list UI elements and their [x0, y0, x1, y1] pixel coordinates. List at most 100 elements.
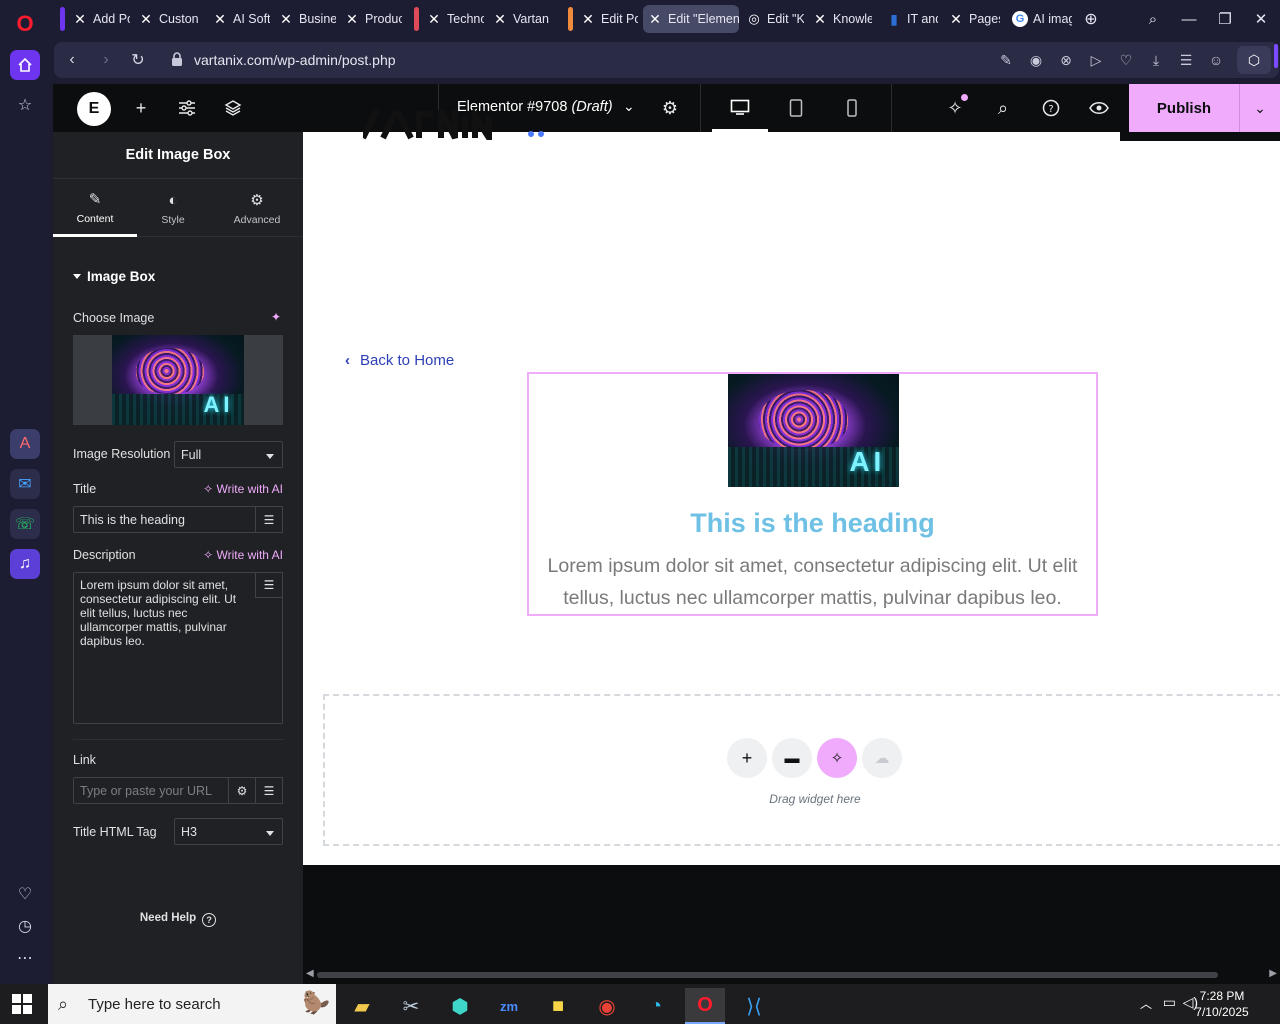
image-box-widget[interactable]: AI This is the heading Lorem ipsum dolor… [527, 372, 1098, 616]
forward-arrow-icon[interactable]: › [94, 49, 118, 71]
tab-ai-image[interactable]: G AI imag [1008, 5, 1072, 33]
brain-image[interactable]: AI [728, 374, 899, 487]
heart-icon[interactable]: ♡ [10, 879, 40, 909]
tab-business[interactable]: ✕ Busine [274, 5, 336, 33]
widget-drop-zone[interactable]: + ▬ ✧ ☁ Drag widget here [323, 694, 1280, 846]
mobile-device-icon[interactable] [824, 84, 880, 132]
minimize-icon[interactable]: — [1174, 6, 1204, 32]
menu-icon[interactable]: ☰ [1175, 50, 1197, 70]
elementor-logo-icon[interactable]: E [77, 92, 111, 126]
tab-custom[interactable]: ✕ Custon [134, 5, 198, 33]
ai-sparkle-icon[interactable]: ✧ [817, 738, 857, 778]
tab-edit-k[interactable]: ◎ Edit "K [742, 5, 804, 33]
vscode-icon[interactable]: ⟩⟨ [734, 988, 774, 1024]
tab-advanced[interactable]: ⚙ Advanced [215, 180, 299, 237]
publish-options-chevron-icon[interactable]: ⌄ [1239, 84, 1280, 132]
tablet-device-icon[interactable] [768, 84, 824, 132]
sticky-notes-icon[interactable]: ■ [538, 988, 578, 1024]
write-with-ai-description-button[interactable]: ✧ Write with AI [203, 548, 283, 562]
dynamic-tags-database-icon[interactable]: ☰ [255, 572, 283, 598]
file-explorer-icon[interactable]: ▰ [342, 988, 382, 1024]
publish-button[interactable]: Publish [1129, 84, 1239, 132]
snipping-tool-icon[interactable]: ✂ [391, 988, 431, 1024]
tab-vartanix[interactable]: ✕ Vartan [488, 5, 550, 33]
templates-folder-icon[interactable]: ▬ [772, 738, 812, 778]
scroll-left-arrow-icon[interactable]: ◀ [306, 968, 314, 979]
send-icon[interactable]: ▷ [1085, 50, 1107, 70]
home-icon[interactable] [10, 50, 40, 80]
app-hex-icon[interactable]: ⬢ [440, 988, 480, 1024]
tab-technology[interactable]: ✕ Techno [422, 5, 484, 33]
new-tab-plus-icon[interactable]: ⊕ [1076, 6, 1106, 32]
tab-search-icon[interactable]: ⌕ [1138, 6, 1168, 32]
ai-sparkle-icon[interactable]: ✦ [271, 310, 281, 324]
opera-logo-icon[interactable]: O [10, 9, 40, 39]
star-icon[interactable]: ☆ [10, 90, 40, 120]
image-resolution-select[interactable]: Full [174, 441, 283, 468]
tab-style[interactable]: ◐ Style [131, 180, 215, 237]
camera-icon[interactable]: ◉ [1025, 50, 1047, 70]
scrollbar-thumb[interactable] [317, 972, 1218, 978]
url-input[interactable]: vartanix.com/wp-admin/post.php [194, 52, 396, 68]
block-icon[interactable]: ⊗ [1055, 50, 1077, 70]
help-question-icon[interactable]: ? [1039, 96, 1063, 120]
tab-it-and[interactable]: ▮IT and [882, 5, 938, 33]
download-icon[interactable]: ⤓ [1145, 50, 1167, 70]
windows-start-icon[interactable] [12, 994, 32, 1014]
chrome-icon[interactable]: ◉ [587, 988, 627, 1024]
history-icon[interactable]: ◷ [10, 911, 40, 941]
title-input[interactable]: This is the heading [73, 506, 257, 533]
write-with-ai-title-button[interactable]: ✧ Write with AI [203, 482, 283, 496]
tab-edit-elementor-active[interactable]: ✕ Edit "Elemen [643, 5, 739, 33]
section-toggle-image-box[interactable]: Image Box [73, 269, 155, 284]
taskbar-search[interactable]: ⌕ Type here to search 🦫 [48, 984, 336, 1024]
heart-icon[interactable]: ♡ [1115, 50, 1137, 70]
profile-icon[interactable]: ☺ [1205, 50, 1227, 70]
chevron-down-icon[interactable]: ⌄ [623, 98, 635, 115]
desktop-device-icon[interactable] [712, 84, 768, 132]
close-window-icon[interactable]: ✕ [1246, 6, 1276, 32]
choose-image-control[interactable]: AI [73, 335, 283, 425]
structure-layers-icon[interactable] [221, 96, 245, 120]
extensions-cube-icon[interactable]: ⬡ [1237, 46, 1271, 74]
zoom-icon[interactable]: zm [489, 988, 529, 1024]
tab-add-post[interactable]: ✕ Add Po [68, 5, 130, 33]
add-section-plus-icon[interactable]: + [727, 738, 767, 778]
opera-taskbar-icon[interactable]: O [685, 988, 725, 1024]
need-help-link[interactable]: Need Help? [53, 912, 303, 927]
tab-content[interactable]: ✎ Content [53, 180, 137, 237]
tab-knowledge[interactable]: ✕ Knowle [808, 5, 872, 33]
network-icon[interactable]: ▭ [1163, 994, 1176, 1011]
preview-eye-icon[interactable] [1087, 96, 1111, 120]
horizontal-scrollbar[interactable]: ◀ ▶ [303, 966, 1280, 984]
tab-product[interactable]: ✕ Produc [340, 5, 402, 33]
back-arrow-icon[interactable]: ‹ [60, 49, 84, 71]
page-settings-gear-icon[interactable]: ⚙ [658, 96, 682, 120]
more-icon[interactable]: ⋯ [10, 943, 40, 973]
music-player-icon[interactable]: ♫ [10, 549, 40, 579]
restore-icon[interactable]: ❐ [1210, 6, 1240, 32]
finder-search-icon[interactable]: ⌕ [991, 96, 1015, 120]
reload-icon[interactable]: ↻ [126, 49, 150, 71]
cloud-templates-icon[interactable]: ☁ [862, 738, 902, 778]
add-element-plus-icon[interactable]: + [129, 96, 153, 120]
tab-pages[interactable]: ✕Pages [944, 5, 1000, 33]
title-html-tag-select[interactable]: H3 [174, 818, 283, 845]
dynamic-tags-database-icon[interactable]: ☰ [255, 777, 283, 804]
dynamic-tags-database-icon[interactable]: ☰ [255, 506, 283, 533]
edit-icon[interactable]: ✎ [995, 50, 1017, 70]
tray-chevron-up-icon[interactable]: ︿ [1140, 995, 1152, 1012]
messenger-icon[interactable]: ✉ [10, 469, 40, 499]
scroll-right-arrow-icon[interactable]: ▶ [1269, 968, 1277, 979]
link-url-input[interactable]: Type or paste your URL [73, 777, 229, 804]
edge-icon[interactable]: ◔ [636, 988, 676, 1024]
back-to-home-link[interactable]: ‹ Back to Home [345, 352, 454, 369]
clock[interactable]: 7:28 PM 7/10/2025 [1192, 988, 1252, 1020]
tab-edit-post[interactable]: ✕ Edit Po [576, 5, 638, 33]
link-options-gear-icon[interactable]: ⚙ [228, 777, 256, 804]
tab-ai-software[interactable]: ✕ AI Soft [208, 5, 270, 33]
whatsapp-icon[interactable]: ☏ [10, 509, 40, 539]
aria-icon[interactable]: A [10, 429, 40, 459]
description-textarea[interactable]: Lorem ipsum dolor sit amet, consectetur … [73, 572, 283, 724]
site-settings-sliders-icon[interactable] [175, 96, 199, 120]
